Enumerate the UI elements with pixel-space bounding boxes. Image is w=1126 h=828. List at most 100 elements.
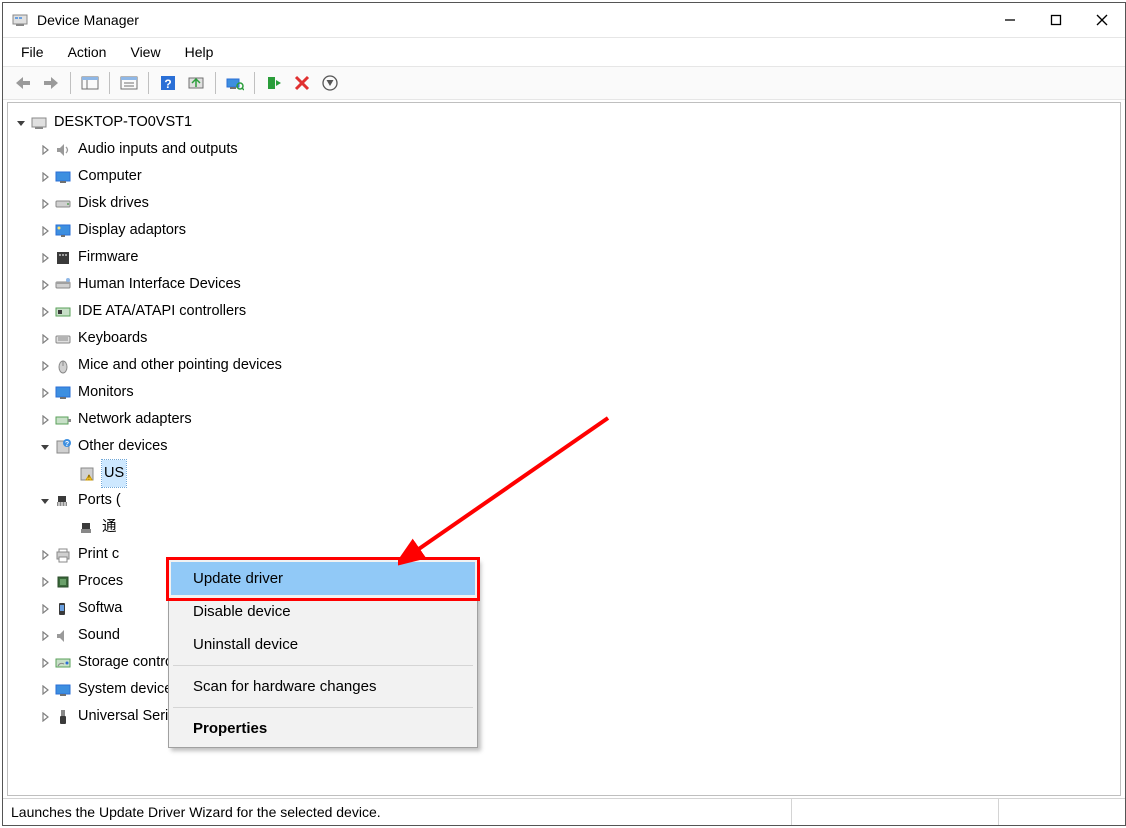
expand-arrow-icon[interactable] — [38, 548, 52, 562]
expand-arrow-icon[interactable] — [38, 170, 52, 184]
expand-arrow-icon[interactable] — [38, 197, 52, 211]
menu-help[interactable]: Help — [175, 42, 224, 62]
window-title: Device Manager — [37, 12, 987, 28]
window: Device Manager File Action View Help ? — [2, 2, 1126, 826]
collapse-arrow-icon[interactable] — [38, 494, 52, 508]
context-menu-separator — [173, 707, 473, 708]
tree-root[interactable]: DESKTOP-TO0VST1 — [8, 109, 1120, 136]
uninstall-button[interactable] — [290, 71, 314, 95]
printer-icon — [54, 546, 72, 564]
context-menu-item[interactable]: Properties — [171, 712, 475, 745]
device-tree-pane[interactable]: DESKTOP-TO0VST1 Audio inputs and outputs… — [7, 102, 1121, 796]
tree-device[interactable]: 通 — [8, 514, 1120, 541]
collapse-arrow-icon[interactable] — [38, 440, 52, 454]
computer-icon — [54, 168, 72, 186]
tree-category-label: IDE ATA/ATAPI controllers — [78, 298, 246, 325]
properties-button[interactable] — [117, 71, 141, 95]
svg-text:?: ? — [164, 77, 171, 91]
tree-category-label: Disk drives — [78, 190, 149, 217]
context-menu-item-label: Uninstall device — [193, 636, 298, 653]
tree-device-label: 通 — [102, 514, 117, 541]
expand-arrow-icon[interactable] — [38, 305, 52, 319]
tree-category[interactable]: Computer — [8, 163, 1120, 190]
expand-arrow-icon[interactable] — [38, 386, 52, 400]
show-hide-tree-button[interactable] — [78, 71, 102, 95]
tree-category-label: Other devices — [78, 433, 167, 460]
tree-category[interactable]: Disk drives — [8, 190, 1120, 217]
minimize-button[interactable] — [987, 3, 1033, 37]
context-menu-item-label: Disable device — [193, 603, 291, 620]
enable-button[interactable] — [262, 71, 286, 95]
close-button[interactable] — [1079, 3, 1125, 37]
tree-category[interactable]: Network adapters — [8, 406, 1120, 433]
status-cell-2 — [792, 799, 999, 825]
expand-arrow-icon[interactable] — [38, 332, 52, 346]
expand-arrow-icon[interactable] — [38, 710, 52, 724]
tree-category[interactable]: Firmware — [8, 244, 1120, 271]
context-menu-item-label: Properties — [193, 720, 267, 737]
tree-category-label: Human Interface Devices — [78, 271, 241, 298]
expand-arrow-icon[interactable] — [38, 629, 52, 643]
expand-arrow-icon[interactable] — [14, 116, 28, 130]
tree-category[interactable]: Keyboards — [8, 325, 1120, 352]
tree-category[interactable]: Ports ( — [8, 487, 1120, 514]
usb-icon — [54, 708, 72, 726]
toolbar: ? — [3, 66, 1125, 100]
expand-arrow-icon[interactable] — [38, 602, 52, 616]
menu-action[interactable]: Action — [58, 42, 117, 62]
expand-arrow-icon[interactable] — [38, 359, 52, 373]
tree-category-label: Network adapters — [78, 406, 192, 433]
tree-category[interactable]: Monitors — [8, 379, 1120, 406]
monitor-icon — [54, 384, 72, 402]
hid-icon — [54, 276, 72, 294]
tree-category[interactable]: Display adaptors — [8, 217, 1120, 244]
tree-category-label: Computer — [78, 163, 142, 190]
display-icon — [54, 222, 72, 240]
context-menu-item[interactable]: Scan for hardware changes — [171, 670, 475, 703]
context-menu-item[interactable]: Uninstall device — [171, 628, 475, 661]
context-menu-item[interactable]: Update driver — [171, 562, 475, 595]
tree-category[interactable]: Audio inputs and outputs — [8, 136, 1120, 163]
maximize-button[interactable] — [1033, 3, 1079, 37]
tree-device[interactable]: ! US — [8, 460, 1120, 487]
ide-icon — [54, 303, 72, 321]
scan-hardware-button[interactable] — [223, 71, 247, 95]
status-bar: Launches the Update Driver Wizard for th… — [3, 798, 1125, 825]
context-menu-item[interactable]: Disable device — [171, 595, 475, 628]
computer-icon — [30, 114, 48, 132]
tree-category-label: Sound — [78, 622, 120, 649]
expand-arrow-icon[interactable] — [38, 278, 52, 292]
tree-category[interactable]: IDE ATA/ATAPI controllers — [8, 298, 1120, 325]
tree-root-label: DESKTOP-TO0VST1 — [54, 109, 192, 136]
expand-arrow-icon[interactable] — [38, 656, 52, 670]
expand-arrow-icon[interactable] — [38, 575, 52, 589]
disable-button[interactable] — [318, 71, 342, 95]
menu-file[interactable]: File — [11, 42, 54, 62]
expand-arrow-icon[interactable] — [38, 251, 52, 265]
update-driver-button[interactable] — [184, 71, 208, 95]
mouse-icon — [54, 357, 72, 375]
expand-arrow-icon[interactable] — [38, 143, 52, 157]
tree-category[interactable]: ? Other devices — [8, 433, 1120, 460]
app-icon — [11, 11, 29, 29]
tree-category[interactable]: Human Interface Devices — [8, 271, 1120, 298]
tree-category-label: Firmware — [78, 244, 138, 271]
processor-icon — [54, 573, 72, 591]
unknown-icon: ! — [78, 465, 96, 483]
sound-icon — [54, 627, 72, 645]
disk-icon — [54, 195, 72, 213]
expand-arrow-icon[interactable] — [38, 224, 52, 238]
tree-category[interactable]: Mice and other pointing devices — [8, 352, 1120, 379]
context-menu-separator — [173, 665, 473, 666]
storage-icon — [54, 654, 72, 672]
tree-category-label: Ports ( — [78, 487, 121, 514]
expand-arrow-icon[interactable] — [38, 683, 52, 697]
port-icon — [78, 519, 96, 537]
forward-button[interactable] — [39, 71, 63, 95]
back-button[interactable] — [11, 71, 35, 95]
menu-view[interactable]: View — [120, 42, 170, 62]
help-button[interactable]: ? — [156, 71, 180, 95]
tree-category-label: Proces — [78, 568, 123, 595]
expand-arrow-icon[interactable] — [38, 413, 52, 427]
system-icon — [54, 681, 72, 699]
